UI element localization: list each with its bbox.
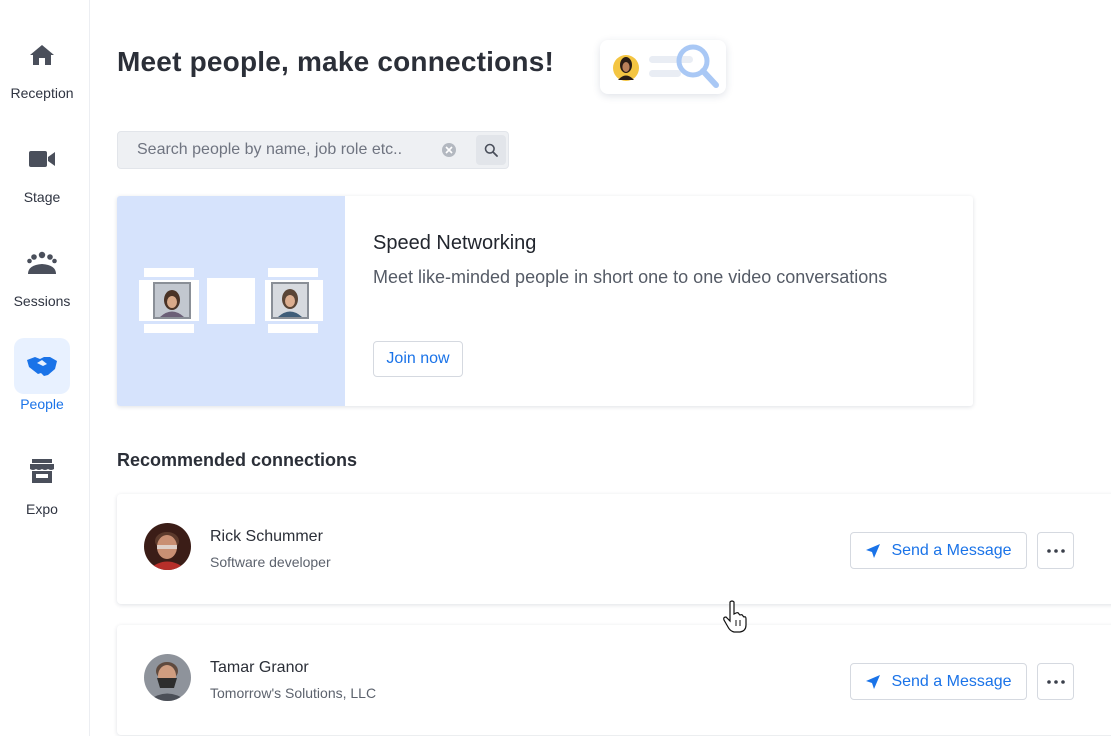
group-icon-wrap — [14, 235, 70, 291]
recommended-connections-title: Recommended connections — [117, 450, 358, 470]
avatar[interactable] — [144, 654, 191, 701]
sidebar-item-label: People — [20, 396, 64, 412]
sidebar-item-label: Reception — [10, 85, 74, 101]
handshake-icon-wrap — [14, 338, 70, 394]
store-icon-wrap — [14, 443, 70, 499]
search-input[interactable] — [118, 132, 447, 168]
home-icon — [30, 45, 54, 65]
person-name: Rick Schummer — [210, 528, 323, 545]
speed-networking-description: Meet like-minded people in short one to … — [373, 267, 888, 287]
avatar-image — [144, 654, 191, 701]
send-message-button[interactable]: Send a Message — [850, 663, 1027, 700]
search-button[interactable] — [476, 135, 506, 165]
more-options-button[interactable] — [1037, 532, 1074, 569]
sidebar-item-expo[interactable]: Expo — [0, 443, 84, 517]
clear-icon[interactable] — [442, 143, 456, 157]
close-icon — [445, 146, 453, 154]
sidebar-item-label: Expo — [26, 501, 58, 517]
people-search-illustration-icon — [613, 44, 719, 88]
sidebar-item-sessions[interactable]: Sessions — [0, 235, 84, 309]
more-options-button[interactable] — [1037, 663, 1074, 700]
sidebar: Reception Stage Sessions People Expo — [0, 0, 90, 736]
more-icon — [1046, 679, 1065, 684]
send-icon — [866, 543, 881, 558]
send-message-button[interactable]: Send a Message — [850, 532, 1027, 569]
sidebar-item-people[interactable]: People — [0, 338, 84, 412]
group-icon — [27, 251, 57, 274]
handshake-icon — [27, 357, 57, 376]
person-role: Software developer — [210, 554, 331, 570]
avatar[interactable] — [144, 523, 191, 570]
person-card: Tamar Granor Tomorrow's Solutions, LLC S… — [117, 625, 1111, 735]
sidebar-item-label: Sessions — [13, 293, 71, 309]
speed-networking-illustration — [117, 196, 345, 406]
speed-networking-title: Speed Networking — [373, 232, 537, 254]
sidebar-item-stage[interactable]: Stage — [0, 131, 84, 205]
person-name: Tamar Granor — [210, 659, 309, 676]
sidebar-item-label: Stage — [23, 189, 61, 205]
send-icon — [866, 674, 881, 689]
store-icon — [30, 459, 54, 483]
video-call-illustration — [139, 268, 323, 333]
avatar-image — [144, 523, 191, 570]
page-title: Meet people, make connections! — [117, 46, 554, 77]
join-now-button[interactable]: Join now — [373, 341, 463, 377]
video-camera-icon-wrap — [14, 131, 70, 187]
more-icon — [1046, 548, 1065, 553]
hand-pointer-cursor-icon — [723, 600, 747, 633]
video-camera-icon — [29, 151, 55, 167]
speed-networking-card: Speed Networking Meet like-minded people… — [117, 196, 973, 406]
sidebar-item-reception[interactable]: Reception — [0, 27, 84, 101]
send-message-label: Send a Message — [891, 541, 1012, 559]
home-icon-wrap — [14, 27, 70, 83]
person-role: Tomorrow's Solutions, LLC — [210, 685, 377, 701]
search-icon — [484, 143, 498, 157]
people-search-illustration — [600, 40, 726, 94]
send-message-label: Send a Message — [891, 672, 1012, 690]
search-box — [117, 131, 509, 169]
person-card: Rick Schummer Software developer Send a … — [117, 494, 1111, 604]
